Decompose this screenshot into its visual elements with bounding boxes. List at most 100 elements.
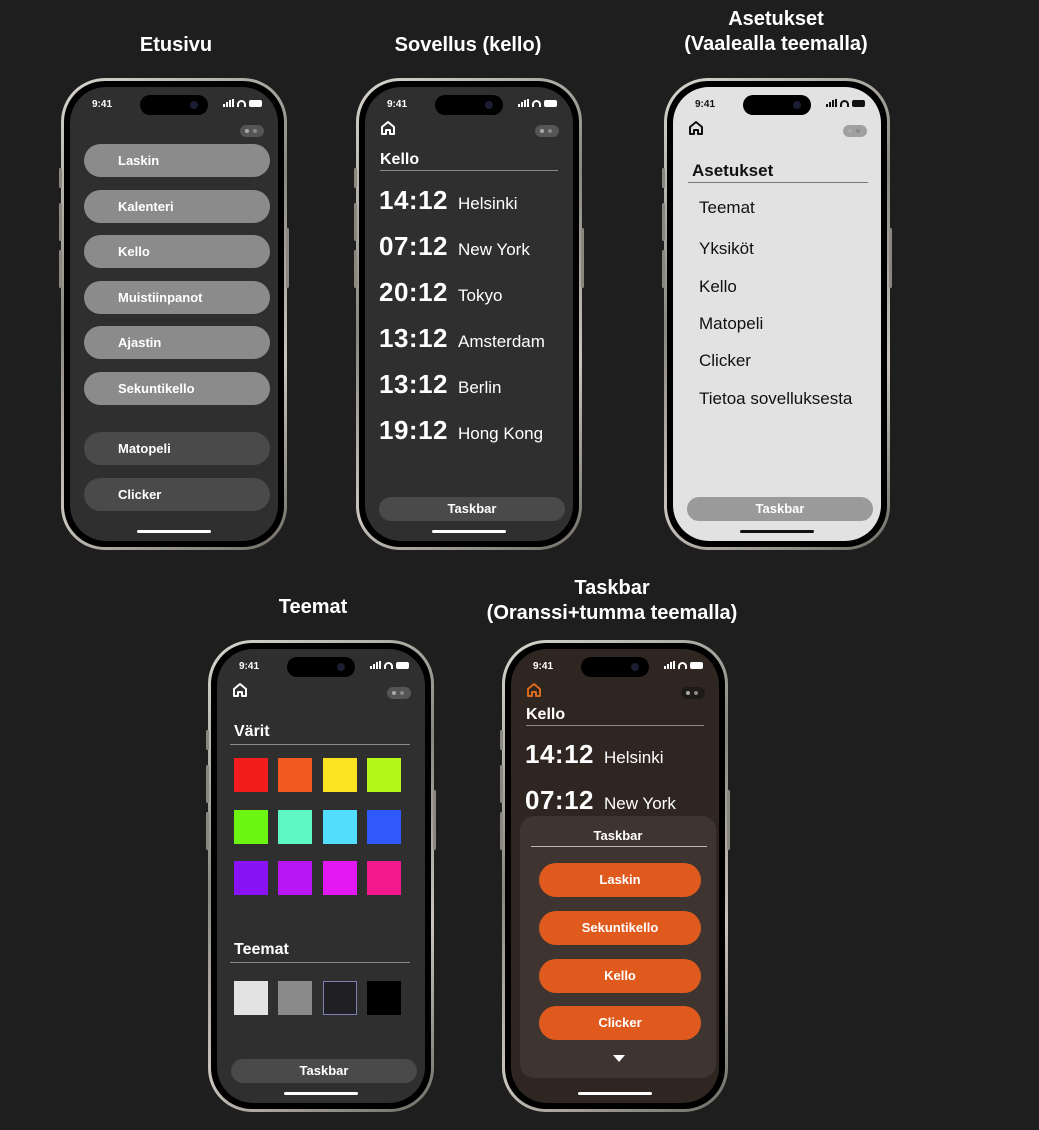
collapse-arrow-icon[interactable] xyxy=(613,1055,625,1063)
phone-kello: 9:41 Kello 14:12 Helsinki 07:12 New York 2… xyxy=(354,78,584,550)
app-button-ajastin[interactable]: Ajastin xyxy=(84,326,270,359)
home-icon[interactable] xyxy=(688,120,704,136)
app-button-kalenteri[interactable]: Kalenteri xyxy=(84,190,270,223)
home-icon[interactable] xyxy=(232,682,248,698)
taskbar-item-sekuntikello[interactable]: Sekuntikello xyxy=(539,911,701,945)
theme-swatch-black[interactable] xyxy=(367,981,401,1015)
taskbar-item-clicker[interactable]: Clicker xyxy=(539,1006,701,1040)
wifi-icon xyxy=(678,662,687,669)
clock-time: 20:12 xyxy=(379,277,448,307)
theme-swatch-light[interactable] xyxy=(234,981,268,1015)
divider xyxy=(526,725,704,726)
taskbar-button[interactable]: Taskbar xyxy=(687,497,873,521)
color-swatch-cyan[interactable] xyxy=(323,810,357,844)
signal-icon xyxy=(370,661,381,669)
color-swatch-green[interactable] xyxy=(234,810,268,844)
section-title-kello: Kello xyxy=(526,706,566,723)
home-indicator[interactable] xyxy=(432,530,506,533)
section-title-varit: Värit xyxy=(234,723,270,740)
battery-icon xyxy=(249,100,262,107)
screen-teemat: 9:41 Värit Teemat Taskbar xyxy=(217,649,425,1103)
home-indicator[interactable] xyxy=(284,1092,358,1095)
phone-taskbar: 9:41 Kello 14:12 Helsinki 07:12 New York T… xyxy=(500,640,730,1112)
app-button-laskin[interactable]: Laskin xyxy=(84,144,270,177)
settings-item-teemat[interactable]: Teemat xyxy=(699,198,755,218)
theme-toggle[interactable] xyxy=(240,125,264,137)
color-swatch-pink[interactable] xyxy=(367,861,401,895)
settings-item-kello[interactable]: Kello xyxy=(699,277,737,297)
dynamic-island xyxy=(743,95,811,115)
popup-title: Taskbar xyxy=(593,828,643,843)
dynamic-island xyxy=(581,657,649,677)
home-indicator[interactable] xyxy=(137,530,211,533)
signal-icon xyxy=(664,661,675,669)
wifi-icon xyxy=(237,100,246,107)
app-button-muistiinpanot[interactable]: Muistiinpanot xyxy=(84,281,270,314)
status-time: 9:41 xyxy=(239,661,260,672)
wifi-icon xyxy=(532,100,541,107)
color-swatch-lime[interactable] xyxy=(367,758,401,792)
screen-taskbar: 9:41 Kello 14:12 Helsinki 07:12 New York T… xyxy=(511,649,719,1103)
clock-row: 14:12 Helsinki xyxy=(379,185,518,216)
color-swatch-magenta[interactable] xyxy=(323,861,357,895)
settings-item-tietoa[interactable]: Tietoa sovelluksesta xyxy=(699,389,852,409)
clock-time: 14:12 xyxy=(379,185,448,215)
home-indicator[interactable] xyxy=(740,530,814,533)
clock-time: 13:12 xyxy=(379,323,448,353)
divider xyxy=(688,182,868,183)
wifi-icon xyxy=(840,100,849,107)
divider xyxy=(230,744,410,745)
app-button-sekuntikello[interactable]: Sekuntikello xyxy=(84,372,270,405)
status-time: 9:41 xyxy=(92,99,113,110)
game-button-matopeli[interactable]: Matopeli xyxy=(84,432,270,465)
clock-city: New York xyxy=(458,240,530,259)
clock-row: 19:12 Hong Kong xyxy=(379,415,543,446)
section-title-asetukset: Asetukset xyxy=(692,161,774,180)
screen-kello: 9:41 Kello 14:12 Helsinki 07:12 New York 2… xyxy=(365,87,573,541)
clock-row: 13:12 Berlin xyxy=(379,369,501,400)
taskbar-popup: Taskbar Laskin Sekuntikello Kello Clicke… xyxy=(520,816,716,1078)
theme-toggle[interactable] xyxy=(843,125,867,137)
clock-city: Tokyo xyxy=(458,286,503,305)
theme-toggle[interactable] xyxy=(681,687,705,699)
frame-title-asetukset-sub: (Vaalealla teemalla) xyxy=(684,33,868,55)
dynamic-island xyxy=(140,95,208,115)
taskbar-item-laskin[interactable]: Laskin xyxy=(539,863,701,897)
signal-icon xyxy=(826,99,837,107)
clock-city: Amsterdam xyxy=(458,332,545,351)
theme-swatch-dark[interactable] xyxy=(323,981,357,1015)
game-button-clicker[interactable]: Clicker xyxy=(84,478,270,511)
color-swatch-purple[interactable] xyxy=(278,861,312,895)
settings-item-matopeli[interactable]: Matopeli xyxy=(699,314,763,334)
battery-icon xyxy=(544,100,557,107)
home-icon[interactable] xyxy=(380,120,396,136)
color-swatch-red[interactable] xyxy=(234,758,268,792)
home-indicator[interactable] xyxy=(578,1092,652,1095)
frame-title-asetukset: Asetukset xyxy=(728,8,824,30)
app-button-kello[interactable]: Kello xyxy=(84,235,270,268)
taskbar-item-kello[interactable]: Kello xyxy=(539,959,701,993)
theme-toggle[interactable] xyxy=(387,687,411,699)
clock-time: 07:12 xyxy=(525,785,594,815)
clock-city: Helsinki xyxy=(604,748,664,767)
frame-title-etusivu: Etusivu xyxy=(139,34,213,56)
screen-etusivu: 9:41 Laskin Kalenteri Kello Muistiinpano… xyxy=(70,87,278,541)
color-swatch-mint[interactable] xyxy=(278,810,312,844)
settings-item-yksikot[interactable]: Yksiköt xyxy=(699,239,754,259)
settings-item-clicker[interactable]: Clicker xyxy=(699,351,751,371)
theme-toggle[interactable] xyxy=(535,125,559,137)
home-icon[interactable] xyxy=(526,682,542,698)
taskbar-button[interactable]: Taskbar xyxy=(231,1059,417,1083)
taskbar-button[interactable]: Taskbar xyxy=(379,497,565,521)
wifi-icon xyxy=(384,662,393,669)
color-swatch-orange[interactable] xyxy=(278,758,312,792)
section-title-teemat: Teemat xyxy=(234,941,289,958)
color-swatch-blue[interactable] xyxy=(367,810,401,844)
status-time: 9:41 xyxy=(387,99,408,110)
theme-swatch-gray[interactable] xyxy=(278,981,312,1015)
frame-title-taskbar-sub: (Oranssi+tumma teemalla) xyxy=(486,602,738,624)
screen-asetukset: 9:41 Asetukset Teemat Yksiköt Kello Mato… xyxy=(673,87,881,541)
color-swatch-violet[interactable] xyxy=(234,861,268,895)
color-swatch-yellow[interactable] xyxy=(323,758,357,792)
clock-city: New York xyxy=(604,794,676,813)
